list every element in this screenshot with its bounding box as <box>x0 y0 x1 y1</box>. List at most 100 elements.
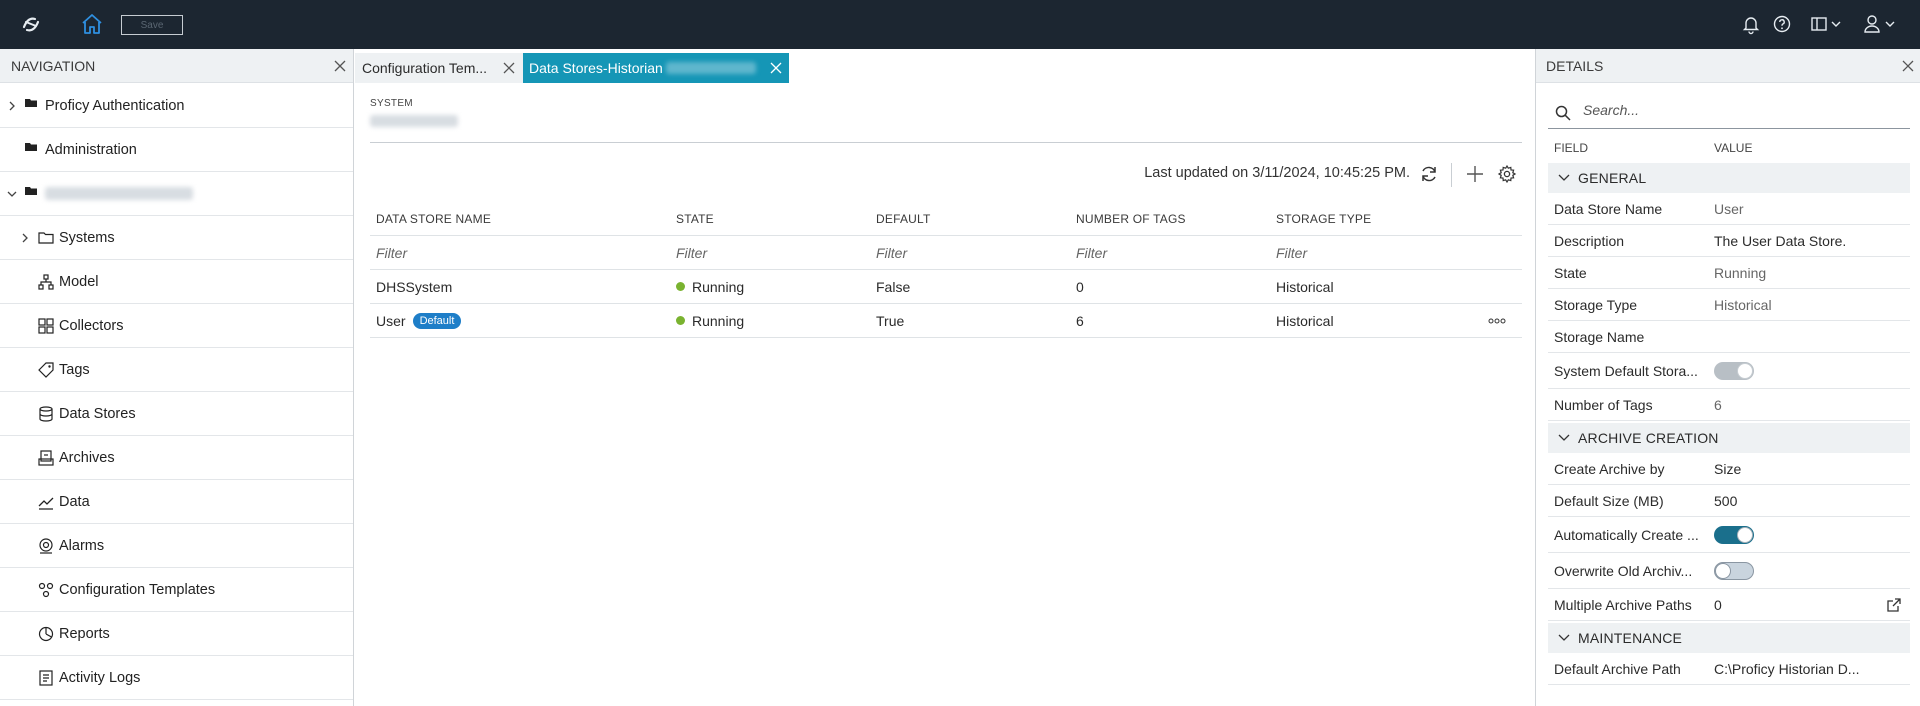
nav-item-data-stores[interactable]: Data Stores <box>0 392 353 436</box>
tags-count-cell: 6 <box>1076 312 1084 329</box>
nav-item-tags[interactable]: Tags <box>0 348 353 392</box>
folder-filled-icon <box>25 99 37 107</box>
field-value: Running <box>1714 264 1767 281</box>
system-label: SYSTEM <box>370 98 413 109</box>
field-column-header: FIELD <box>1554 141 1589 155</box>
field-label: System Default Stora... <box>1554 362 1698 379</box>
close-tab-icon[interactable] <box>502 61 516 75</box>
help-icon[interactable] <box>1771 13 1793 35</box>
open-external-icon[interactable] <box>1886 597 1902 613</box>
toggle-knob <box>1737 526 1753 543</box>
close-icon[interactable] <box>1901 59 1915 73</box>
close-icon[interactable] <box>333 59 347 73</box>
app-logo-icon[interactable] <box>20 13 42 35</box>
section-title: ARCHIVE CREATION <box>1578 430 1719 446</box>
nav-item-label: Reports <box>59 625 110 642</box>
nav-item-alarms[interactable]: Alarms <box>0 524 353 568</box>
status-running-dot <box>676 316 685 325</box>
filter-input[interactable]: Filter <box>1276 236 1307 269</box>
notification-bell-icon[interactable] <box>1740 13 1762 35</box>
nav-item-administration[interactable]: Administration <box>0 128 353 172</box>
nav-item-data[interactable]: Data <box>0 480 353 524</box>
field-label: Automatically Create ... <box>1554 526 1699 543</box>
chevron-right-icon[interactable] <box>20 233 30 243</box>
tab-data-stores-historian[interactable]: Data Stores-Historian <box>523 53 789 83</box>
nav-item-reports[interactable]: Reports <box>0 612 353 656</box>
filter-input[interactable]: Filter <box>676 236 707 269</box>
settings-gear-icon[interactable] <box>1496 163 1518 185</box>
reports-icon <box>38 626 54 641</box>
nav-item-label: Activity Logs <box>59 669 141 686</box>
alarm-icon <box>39 537 53 554</box>
nav-item-activity-logs[interactable]: Activity Logs <box>0 656 353 700</box>
table-row[interactable]: DHSSystem Running False 0 Historical <box>370 270 1522 304</box>
detail-row-auto-create: Automatically Create ... <box>1548 517 1910 553</box>
redacted-system-value <box>370 115 458 127</box>
data-store-name: DHSSystem <box>376 278 453 295</box>
field-label: Number of Tags <box>1554 396 1653 413</box>
section-maintenance-header[interactable]: MAINTENANCE <box>1548 623 1910 653</box>
redacted-tab-suffix <box>666 62 756 74</box>
status-running-dot <box>676 282 685 291</box>
column-header[interactable]: STATE <box>676 203 714 235</box>
default-archive-path-input[interactable]: C:\Proficy Historian D... <box>1714 661 1894 677</box>
column-header[interactable]: DEFAULT <box>876 203 931 235</box>
section-title: MAINTENANCE <box>1578 630 1683 646</box>
add-icon[interactable] <box>1464 163 1486 185</box>
nav-item-model[interactable]: Model <box>0 260 353 304</box>
nav-item-configuration-templates[interactable]: Configuration Templates <box>0 568 353 612</box>
divider <box>370 142 1522 143</box>
column-header[interactable]: DATA STORE NAME <box>376 203 491 235</box>
toggle-knob <box>1715 562 1731 579</box>
create-archive-by-select[interactable]: Size <box>1714 461 1894 477</box>
detail-row-data-store-name: Data Store Name User <box>1548 193 1910 225</box>
default-size-input[interactable]: 500 <box>1714 493 1894 509</box>
detail-row-overwrite-old: Overwrite Old Archiv... <box>1548 553 1910 589</box>
tab-configuration-templates[interactable]: Configuration Tem... <box>355 53 523 83</box>
field-label: Default Size (MB) <box>1554 492 1664 509</box>
tab-label: Configuration Tem... <box>362 60 488 76</box>
nav-item-archives[interactable]: Archives <box>0 436 353 480</box>
model-hierarchy-icon <box>38 273 54 290</box>
value-column-header: VALUE <box>1714 141 1753 155</box>
section-archive-creation-header[interactable]: ARCHIVE CREATION <box>1548 423 1910 453</box>
table-filter-row: Filter Filter Filter Filter Filter <box>370 236 1522 270</box>
column-header[interactable]: STORAGE TYPE <box>1276 203 1371 235</box>
details-panel: DETAILS FIELD VALUE GENERAL Data Store N… <box>1535 49 1920 706</box>
top-bar: Save <box>0 0 1920 49</box>
layout-menu-icon[interactable] <box>1810 13 1846 35</box>
nav-item-historian-system[interactable] <box>0 172 353 216</box>
refresh-icon[interactable] <box>1418 163 1440 185</box>
section-general-header[interactable]: GENERAL <box>1548 163 1910 193</box>
home-icon[interactable] <box>80 12 104 36</box>
nav-item-collectors[interactable]: Collectors <box>0 304 353 348</box>
nav-item-proficy-authentication[interactable]: Proficy Authentication <box>0 84 353 128</box>
nav-item-label: Model <box>59 273 99 290</box>
close-tab-icon[interactable] <box>769 61 783 75</box>
toolbar-divider <box>1451 163 1452 187</box>
chevron-right-icon[interactable] <box>7 101 17 111</box>
toggle-knob <box>1737 362 1753 379</box>
table-row[interactable]: User Default Running True 6 Historical <box>370 304 1522 338</box>
search-input[interactable] <box>1583 102 1883 118</box>
chevron-down-icon[interactable] <box>7 189 17 199</box>
overwrite-old-toggle[interactable] <box>1714 561 1754 580</box>
user-menu-icon[interactable] <box>1862 13 1902 35</box>
field-label: Data Store Name <box>1554 200 1663 217</box>
save-button[interactable]: Save <box>121 15 183 35</box>
filter-input[interactable]: Filter <box>376 236 407 269</box>
description-value[interactable]: The User Data Store. <box>1714 233 1894 249</box>
database-icon <box>39 405 53 422</box>
filter-input[interactable]: Filter <box>876 236 907 269</box>
auto-create-toggle[interactable] <box>1714 525 1754 544</box>
details-header: DETAILS <box>1536 49 1920 83</box>
detail-row-description: Description The User Data Store. <box>1548 225 1910 257</box>
field-value: 6 <box>1714 396 1722 413</box>
column-header[interactable]: NUMBER OF TAGS <box>1076 203 1186 235</box>
state-text: Running <box>692 312 745 329</box>
more-options-icon[interactable] <box>1488 318 1506 324</box>
details-search <box>1548 95 1910 129</box>
system-default-toggle <box>1714 361 1754 380</box>
filter-input[interactable]: Filter <box>1076 236 1107 269</box>
nav-item-systems[interactable]: Systems <box>0 216 353 260</box>
